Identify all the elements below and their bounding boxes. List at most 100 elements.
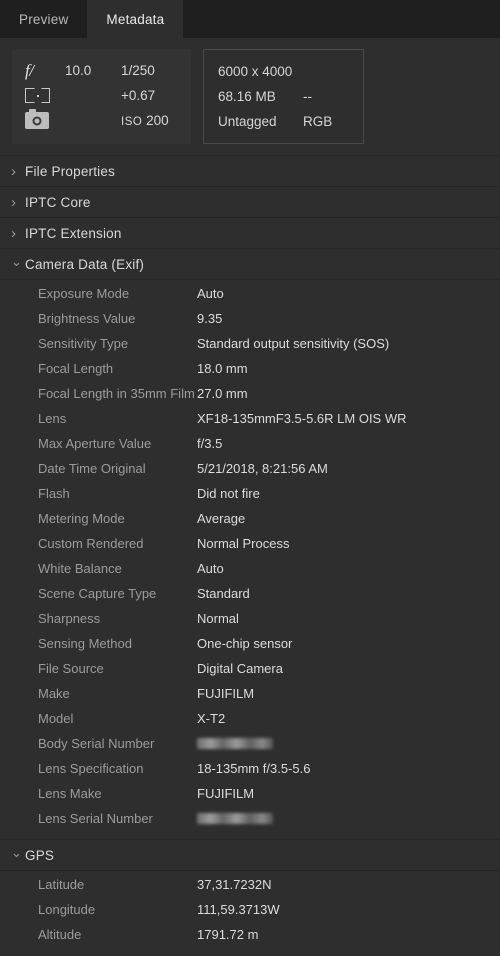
- metadata-row: Sensitivity Type Standard output sensitiv…: [0, 336, 500, 361]
- tab-metadata[interactable]: Metadata: [87, 0, 184, 38]
- metadata-row: Scene Capture Type Standard: [0, 586, 500, 611]
- color-profile-value: Untagged: [218, 114, 277, 129]
- tab-preview[interactable]: Preview: [0, 0, 87, 38]
- metadata-row-value: 27.0 mm: [197, 386, 248, 401]
- metadata-row-label: Flash: [38, 486, 70, 501]
- chevron-down-icon: [11, 257, 25, 271]
- metadata-row-value: Auto: [197, 286, 224, 301]
- metadata-row-label: Lens Specification: [38, 761, 144, 776]
- redacted-value-icon: [197, 738, 273, 749]
- section-header-iptc-core[interactable]: IPTC Core: [0, 186, 500, 218]
- dimensions-value: 6000 x 4000: [218, 64, 293, 79]
- color-mode-value: RGB: [303, 114, 333, 129]
- metadata-row-value: XF18-135mmF3.5-5.6R LM OIS WR: [197, 411, 407, 426]
- metadata-row-value: [197, 811, 273, 826]
- metadata-row-value: 5/21/2018, 8:21:56 AM: [197, 461, 328, 476]
- summary-row-dimensions: 6000 x 4000: [218, 59, 349, 84]
- metadata-row-value: Digital Camera: [197, 661, 283, 676]
- metadata-row-label: Lens: [38, 411, 67, 426]
- metadata-row-value: [197, 736, 273, 751]
- metadata-row-label: Date Time Original: [38, 461, 146, 476]
- metadata-row-value: Average: [197, 511, 246, 526]
- metadata-row-label: Focal Length: [38, 361, 114, 376]
- metadata-row: Date Time Original 5/21/2018, 8:21:56 AM: [0, 461, 500, 486]
- metadata-row-label: Exposure Mode: [38, 286, 130, 301]
- exposure-summary-row-compensation: +0.67: [25, 83, 179, 108]
- section-header-iptc-extension[interactable]: IPTC Extension: [0, 217, 500, 249]
- camera-icon: [25, 109, 65, 129]
- metadata-row: Lens Serial Number: [0, 811, 500, 836]
- metadata-row-label: Sensitivity Type: [38, 336, 129, 351]
- metadata-row-label: Make: [38, 686, 70, 701]
- chevron-right-icon: [11, 226, 25, 241]
- metadata-row: File Source Digital Camera: [0, 661, 500, 686]
- section-title-iptc-core: IPTC Core: [25, 194, 91, 210]
- chevron-right-icon: [11, 164, 25, 179]
- exposure-compensation-value: +0.67: [121, 88, 156, 103]
- metadata-row: Make FUJIFILM: [0, 686, 500, 711]
- metadata-row-value: FUJIFILM: [197, 786, 255, 801]
- metadata-row: Focal Length 18.0 mm: [0, 361, 500, 386]
- exposure-summary-box: f/ 10.0 1/250 +0.67 ISO 200: [12, 49, 191, 144]
- metadata-row-label: Latitude: [38, 877, 85, 892]
- aperture-f-stop-icon: f/: [25, 60, 34, 80]
- metadata-row-value: X-T2: [197, 711, 226, 726]
- metadata-row-label: Focal Length in 35mm Film: [38, 386, 195, 401]
- metadata-row: Altitude 1791.72 m: [0, 927, 500, 952]
- metadata-row: Lens Specification 18-135mm f/3.5-5.6: [0, 761, 500, 786]
- metadata-row-value: Did not fire: [197, 486, 260, 501]
- metadata-row-value: 9.35: [197, 311, 223, 326]
- metadata-row: Focal Length in 35mm Film 27.0 mm: [0, 386, 500, 411]
- shutter-speed-value: 1/250: [121, 63, 155, 78]
- metadata-row: White Balance Auto: [0, 561, 500, 586]
- metadata-row-value: 1791.72 m: [197, 927, 259, 942]
- metadata-row-label: Longitude: [38, 902, 96, 917]
- metadata-row-value: f/3.5: [197, 436, 223, 451]
- metering-bracket-icon: [25, 88, 65, 103]
- metadata-row-label: Brightness Value: [38, 311, 136, 326]
- section-header-gps[interactable]: GPS: [0, 839, 500, 871]
- metadata-row: Sensing Method One-chip sensor: [0, 636, 500, 661]
- metadata-row-label: Lens Make: [38, 786, 102, 801]
- section-header-camera-data-exif[interactable]: Camera Data (Exif): [0, 248, 500, 280]
- metadata-row: Flash Did not fire: [0, 486, 500, 511]
- chevron-down-icon: [11, 848, 25, 862]
- metadata-row: Lens XF18-135mmF3.5-5.6R LM OIS WR: [0, 411, 500, 436]
- metadata-row-value: Standard: [197, 586, 250, 601]
- metadata-row-value: 111,59.3713W: [197, 902, 280, 917]
- metadata-row-label: File Source: [38, 661, 104, 676]
- exposure-summary-row-aperture: f/ 10.0 1/250: [25, 58, 179, 83]
- metadata-row-label: White Balance: [38, 561, 122, 576]
- metadata-row: Brightness Value 9.35: [0, 311, 500, 336]
- section-title-file-properties: File Properties: [25, 163, 116, 179]
- tab-metadata-label: Metadata: [106, 11, 165, 27]
- metadata-sections: File Properties IPTC Core IPTC Extension…: [0, 155, 500, 956]
- metadata-row-label: Sharpness: [38, 611, 101, 626]
- metadata-summary-strip: f/ 10.0 1/250 +0.67 ISO 200 6000 x 4000 …: [0, 38, 500, 156]
- metadata-row: Longitude 111,59.3713W: [0, 902, 500, 927]
- metadata-row-value: 37,31.7232N: [197, 877, 272, 892]
- metadata-row-value: FUJIFILM: [197, 686, 255, 701]
- section-title-camera-data-exif: Camera Data (Exif): [25, 256, 145, 272]
- section-title-gps: GPS: [25, 847, 55, 863]
- metadata-row-value: 18.0 mm: [197, 361, 248, 376]
- metadata-row-label: Metering Mode: [38, 511, 125, 526]
- section-title-iptc-extension: IPTC Extension: [25, 225, 122, 241]
- file-size-value: 68.16 MB: [218, 89, 276, 104]
- metadata-row-value: Standard output sensitivity (SOS): [197, 336, 390, 351]
- metadata-row: Metering Mode Average: [0, 511, 500, 536]
- chevron-right-icon: [11, 195, 25, 210]
- exposure-summary-row-iso: ISO 200: [25, 108, 179, 133]
- metadata-row-value: One-chip sensor: [197, 636, 293, 651]
- tab-bar: Preview Metadata: [0, 0, 500, 38]
- section-header-file-properties[interactable]: File Properties: [0, 155, 500, 187]
- metadata-row-label: Scene Capture Type: [38, 586, 157, 601]
- exif-row-list: Exposure Mode Auto Brightness Value 9.35 Sen…: [0, 280, 500, 840]
- metadata-row-value: 18-135mm f/3.5-5.6: [197, 761, 311, 776]
- metadata-row: Exposure Mode Auto: [0, 286, 500, 311]
- gps-row-list: Latitude 37,31.7232N Longitude 111,59.3713W…: [0, 871, 500, 956]
- tab-preview-label: Preview: [19, 11, 69, 27]
- iso-value: 200: [146, 113, 169, 128]
- metadata-row-label: Model: [38, 711, 74, 726]
- metadata-row: Latitude 37,31.7232N: [0, 877, 500, 902]
